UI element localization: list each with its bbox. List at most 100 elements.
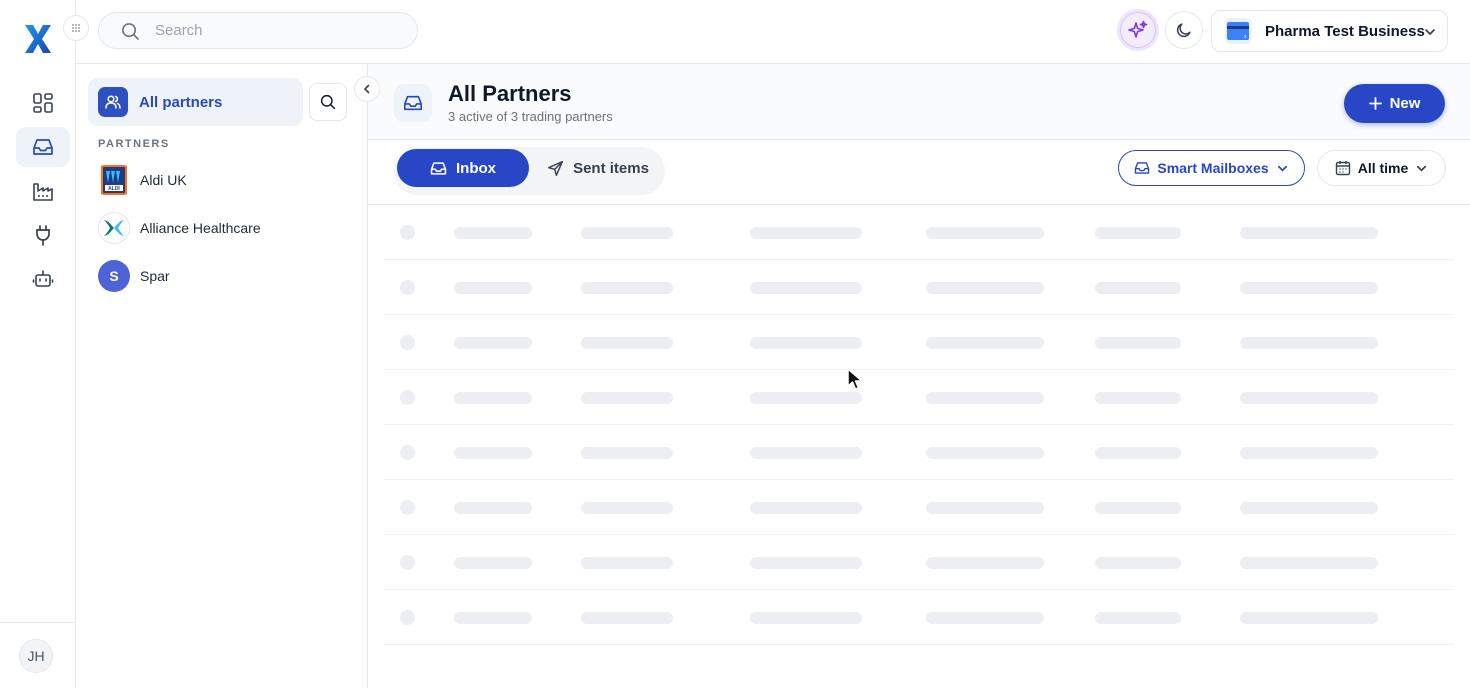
skeleton-row [384, 480, 1454, 535]
skeleton-cell [454, 337, 532, 349]
skeleton-cell [1095, 337, 1181, 349]
skeleton-cell [926, 337, 1044, 349]
skeleton-cell [1240, 282, 1378, 294]
skeleton-cell [1095, 227, 1181, 239]
inbox-icon [394, 84, 432, 122]
skeleton-checkbox [400, 445, 415, 460]
skeleton-cell [1240, 227, 1378, 239]
skeleton-cell [581, 447, 673, 459]
smart-mailboxes-label: Smart Mailboxes [1157, 160, 1269, 176]
rail-inbox-button[interactable] [16, 127, 70, 167]
skeleton-row [384, 260, 1454, 315]
skeleton-cell [926, 447, 1044, 459]
new-button[interactable]: New [1344, 84, 1445, 123]
skeleton-cell [454, 227, 532, 239]
rail-dashboard-button[interactable] [16, 83, 70, 123]
skeleton-row [384, 425, 1454, 480]
sparkles-icon [1128, 20, 1148, 38]
skeleton-cell [750, 612, 862, 624]
skeleton-cell [1095, 447, 1181, 459]
moon-icon [1176, 23, 1191, 38]
partner-item-alliance-healthcare[interactable]: Alliance Healthcare [98, 208, 348, 248]
skeleton-cell [581, 392, 673, 404]
partner-name: Alliance Healthcare [140, 220, 261, 236]
skeleton-cell [581, 612, 673, 624]
skeleton-checkbox [400, 390, 415, 405]
skeleton-cell [750, 447, 862, 459]
rail-robot-button[interactable] [16, 259, 70, 299]
page-header: All Partners 3 active of 3 trading partn… [368, 64, 1470, 140]
skeleton-cell [1095, 612, 1181, 624]
tab-sent-label: Sent items [573, 159, 649, 177]
mouse-cursor-icon [847, 368, 863, 390]
page-subtitle: 3 active of 3 trading partners [448, 109, 613, 124]
rail-footer: JH [0, 622, 75, 688]
partner-name: Aldi UK [140, 172, 187, 188]
skeleton-cell [1240, 392, 1378, 404]
skeleton-row [384, 205, 1454, 260]
partner-search-button[interactable] [309, 83, 347, 121]
time-filter-label: All time [1357, 160, 1409, 176]
skeleton-cell [1095, 502, 1181, 514]
partner-item-aldi-uk[interactable]: ALDI Aldi UK [98, 160, 348, 200]
app-root: JH x [0, 0, 1470, 688]
tab-sent-items[interactable]: Sent items [542, 149, 654, 187]
alliance-logo [98, 212, 130, 244]
skeleton-checkbox [400, 335, 415, 350]
rail-factory-button[interactable] [16, 171, 70, 211]
partners-panel: All partners PARTNERS ALDI Aldi UK Allia… [76, 64, 380, 688]
skeleton-row [384, 315, 1454, 370]
skeleton-cell [1095, 282, 1181, 294]
theme-toggle-button[interactable] [1165, 11, 1203, 49]
skeleton-cell [581, 337, 673, 349]
skeleton-row [384, 370, 1454, 425]
skeleton-cell [926, 282, 1044, 294]
calendar-icon [1335, 161, 1350, 176]
time-filter-dropdown[interactable]: All time [1317, 150, 1446, 186]
skeleton-cell [581, 227, 673, 239]
user-avatar[interactable]: JH [19, 639, 53, 673]
skeleton-cell [750, 502, 862, 514]
global-search[interactable] [98, 12, 418, 49]
robot-icon [32, 270, 54, 287]
rail-plug-button[interactable] [16, 215, 70, 255]
main-content: All Partners 3 active of 3 trading partn… [368, 64, 1470, 688]
skeleton-cell [1240, 612, 1378, 624]
page-title: All Partners [448, 81, 572, 106]
skeleton-cell [454, 392, 532, 404]
skeleton-cell [926, 612, 1044, 624]
smart-mailboxes-dropdown[interactable]: Smart Mailboxes [1118, 150, 1305, 186]
business-switcher[interactable]: x Pharma Test Business [1211, 10, 1448, 52]
mailbox-tabs: Inbox Sent items [394, 147, 665, 195]
skeleton-row [384, 590, 1454, 645]
x-logo[interactable] [22, 22, 54, 56]
skeleton-row [384, 535, 1454, 590]
all-partners-item[interactable]: All partners [88, 78, 303, 126]
skeleton-cell [581, 282, 673, 294]
search-icon [122, 23, 139, 40]
partner-item-spar[interactable]: S Spar [98, 256, 348, 296]
skeleton-cell [454, 282, 532, 294]
skeleton-cell [750, 282, 862, 294]
drag-handle-icon[interactable] [63, 15, 89, 41]
dashboard-icon [33, 93, 53, 113]
ai-assistant-button[interactable] [1120, 12, 1156, 48]
skeleton-cell [454, 557, 532, 569]
all-partners-label: All partners [139, 93, 223, 111]
skeleton-cell [750, 557, 862, 569]
aldi-logo: ALDI [100, 165, 128, 195]
chevron-down-icon [1425, 29, 1435, 36]
skeleton-cell [1095, 392, 1181, 404]
users-icon [98, 87, 128, 117]
collapse-panel-button[interactable] [354, 76, 380, 102]
skeleton-cell [926, 557, 1044, 569]
chevron-left-icon [363, 84, 370, 94]
tab-inbox[interactable]: Inbox [397, 149, 529, 187]
skeleton-cell [1240, 557, 1378, 569]
loading-table [384, 205, 1454, 645]
left-rail: JH [0, 0, 89, 688]
search-input[interactable] [155, 13, 405, 48]
partner-name: Spar [140, 268, 170, 284]
skeleton-cell [454, 447, 532, 459]
skeleton-checkbox [400, 610, 415, 625]
